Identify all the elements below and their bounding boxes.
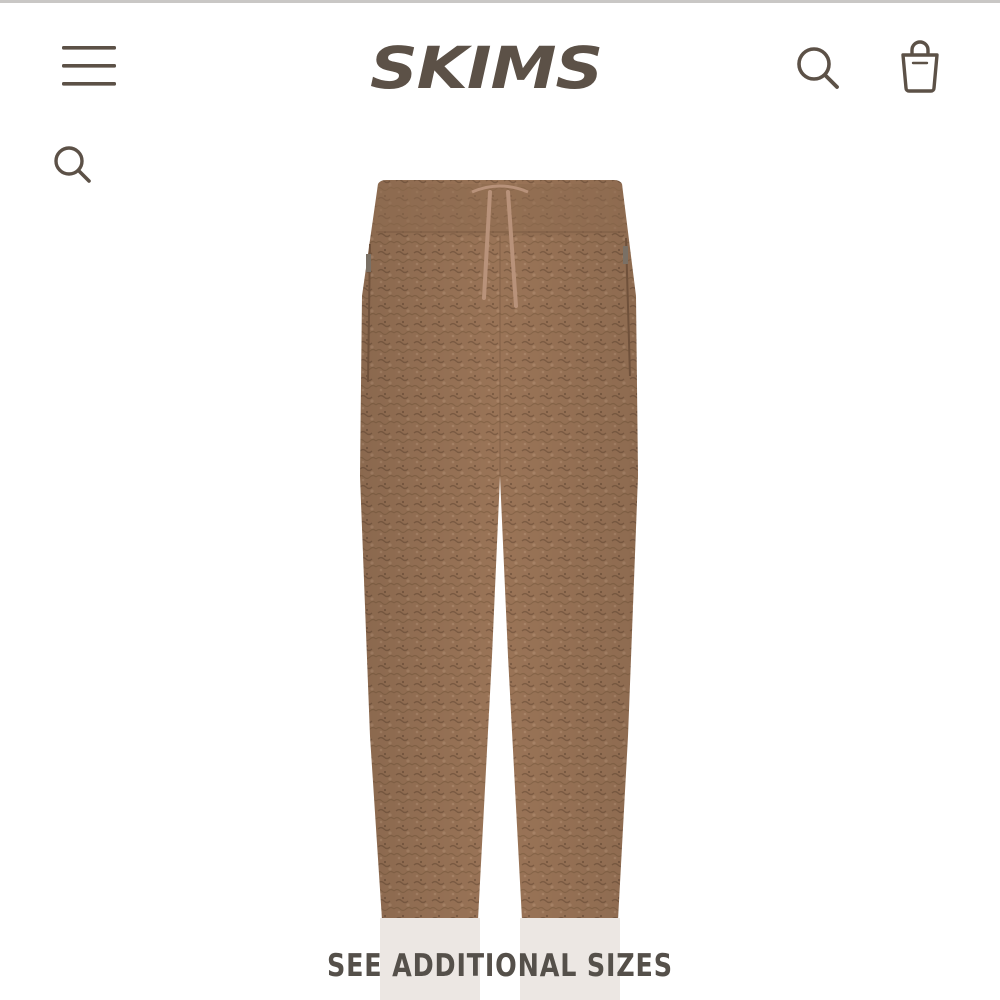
skims-logo[interactable]: SKIMS — [364, 38, 608, 100]
shopping-bag-icon[interactable] — [896, 40, 944, 94]
search-icon[interactable] — [50, 142, 94, 186]
see-additional-sizes-label: SEE ADDITIONAL SIZES — [327, 948, 673, 984]
see-additional-sizes-link[interactable]: SEE ADDITIONAL SIZES — [0, 938, 1000, 994]
product-image[interactable] — [340, 176, 660, 1000]
search-icon[interactable] — [794, 44, 842, 92]
logo-text: SKIMS — [370, 38, 602, 100]
top-divider — [0, 0, 1000, 3]
hamburger-menu-icon[interactable] — [60, 44, 118, 88]
product-page: SKIMS SEE ADDITIONAL SIZES — [0, 0, 1000, 1000]
